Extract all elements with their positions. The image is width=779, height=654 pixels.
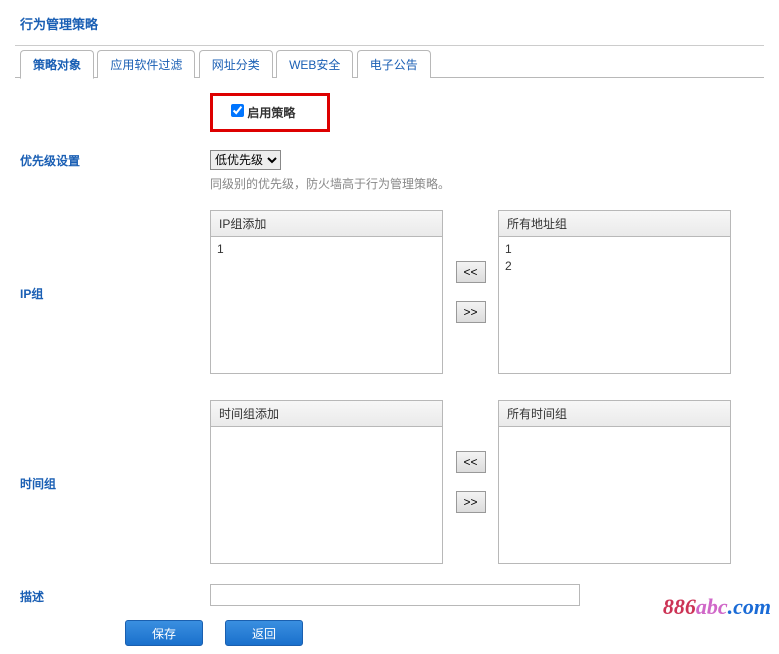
timegroup-right-title: 所有时间组 <box>498 400 731 426</box>
enable-highlight: 启用策略 <box>210 93 330 132</box>
tabs: 策略对象 应用软件过滤 网址分类 WEB安全 电子公告 <box>20 50 764 78</box>
tab-app-filter[interactable]: 应用软件过滤 <box>97 50 195 78</box>
enable-policy-text: 启用策略 <box>247 106 295 120</box>
list-item[interactable]: 1 <box>505 241 724 258</box>
priority-label: 优先级设置 <box>15 150 210 169</box>
priority-hint: 同级别的优先级，防火墙高于行为管理策略。 <box>210 175 764 192</box>
tab-policy-object[interactable]: 策略对象 <box>20 50 94 79</box>
ipgroup-move-left-button[interactable]: << <box>456 261 486 283</box>
timegroup-right-box[interactable] <box>498 426 731 564</box>
tab-bulletin[interactable]: 电子公告 <box>357 50 431 78</box>
ipgroup-dual-list: IP组添加 1 << >> 所有地址组 1 2 <box>210 210 764 374</box>
tab-web-security[interactable]: WEB安全 <box>276 50 353 78</box>
timegroup-move-right-button[interactable]: >> <box>456 491 486 513</box>
timegroup-move-left-button[interactable]: << <box>456 451 486 473</box>
timegroup-label: 时间组 <box>15 473 210 492</box>
list-item[interactable]: 1 <box>217 241 436 258</box>
timegroup-left-title: 时间组添加 <box>210 400 443 426</box>
ipgroup-move-right-button[interactable]: >> <box>456 301 486 323</box>
ipgroup-label: IP组 <box>15 283 210 302</box>
divider <box>15 45 764 46</box>
watermark: 886abc.com <box>663 594 771 620</box>
list-item[interactable]: 2 <box>505 258 724 275</box>
ipgroup-left-title: IP组添加 <box>210 210 443 236</box>
timegroup-dual-list: 时间组添加 << >> 所有时间组 <box>210 400 764 564</box>
priority-select[interactable]: 低优先级 <box>210 150 281 170</box>
ipgroup-right-title: 所有地址组 <box>498 210 731 236</box>
timegroup-left-box[interactable] <box>210 426 443 564</box>
ipgroup-right-box[interactable]: 1 2 <box>498 236 731 374</box>
page-title: 行为管理策略 <box>15 8 764 45</box>
desc-input[interactable] <box>210 584 580 606</box>
enable-policy-checkbox[interactable] <box>231 104 244 117</box>
ipgroup-left-box[interactable]: 1 <box>210 236 443 374</box>
tab-url-category[interactable]: 网址分类 <box>199 50 273 78</box>
desc-label: 描述 <box>15 586 210 605</box>
enable-policy-label: 启用策略 <box>231 106 295 120</box>
